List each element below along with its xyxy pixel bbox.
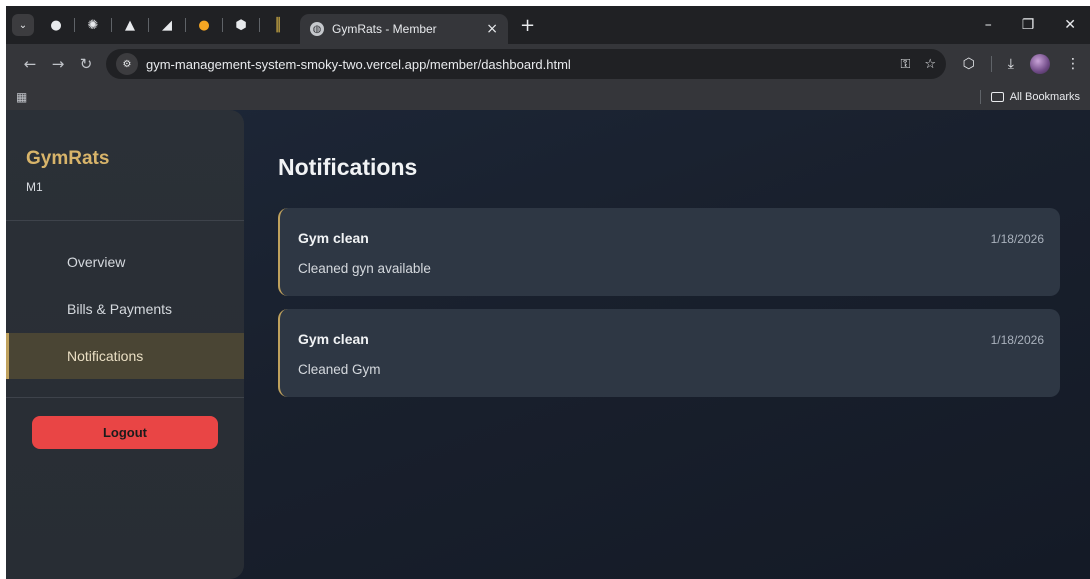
- notification-date: 1/18/2026: [990, 232, 1044, 246]
- close-window-icon[interactable]: ✕: [1064, 17, 1076, 33]
- reload-icon[interactable]: ↻: [72, 55, 100, 73]
- password-key-icon[interactable]: ⚿: [900, 57, 910, 72]
- site-info-icon[interactable]: ⚙: [116, 53, 138, 75]
- url-text[interactable]: gym-management-system-smoky-two.vercel.a…: [146, 57, 886, 72]
- tab-separator: [259, 18, 260, 32]
- download-icon[interactable]: ⤓: [1008, 56, 1014, 72]
- bookmarks-separator: [979, 90, 981, 104]
- minimize-icon[interactable]: –: [985, 17, 992, 33]
- logout-button[interactable]: Logout: [32, 416, 218, 449]
- apps-grid-icon[interactable]: ▦: [16, 90, 27, 104]
- tab-separator: [111, 18, 112, 32]
- sidebar-item-overview[interactable]: Overview: [6, 239, 244, 285]
- extensions-icon[interactable]: ⬡: [963, 56, 975, 72]
- brand-name: GymRats: [26, 148, 110, 169]
- forward-icon[interactable]: →: [44, 55, 72, 73]
- profile-avatar[interactable]: [1030, 54, 1050, 74]
- sidebar: GymRats M1 Overview Bills & Payments Not…: [6, 110, 244, 579]
- sidebar-divider: [6, 220, 244, 221]
- page-content: GymRats M1 Overview Bills & Payments Not…: [6, 110, 1090, 579]
- active-tab[interactable]: ◍ GymRats - Member ×: [300, 14, 508, 44]
- sidebar-item-notifications[interactable]: Notifications: [6, 333, 244, 379]
- main-content: Notifications Gym clean 1/18/2026 Cleane…: [278, 110, 1060, 579]
- new-tab-icon[interactable]: +: [520, 15, 535, 36]
- sidebar-item-bills-payments[interactable]: Bills & Payments: [6, 286, 244, 332]
- browser-tab-bar: ⌄ ● ✺ ▲ ◢ ● ⬢ ║ ◍ GymRats - Member × + –…: [6, 6, 1090, 44]
- sidebar-divider: [6, 397, 244, 398]
- member-id: M1: [26, 180, 43, 194]
- tab-separator: [185, 18, 186, 32]
- chart-tab-icon[interactable]: ║: [266, 13, 290, 37]
- shield-tab-icon[interactable]: ⬢: [229, 13, 253, 37]
- openai-tab-icon[interactable]: ✺: [81, 13, 105, 37]
- all-bookmarks-label: All Bookmarks: [1009, 91, 1080, 103]
- sidebar-item-label: Notifications: [67, 348, 144, 364]
- tab-title: GymRats - Member: [332, 22, 437, 36]
- back-icon[interactable]: ←: [16, 55, 44, 73]
- restore-icon[interactable]: ❐: [1022, 17, 1035, 33]
- folder-icon: [990, 92, 1004, 102]
- notification-body: Cleaned Gym: [298, 362, 381, 377]
- github-tab-icon[interactable]: ●: [44, 13, 68, 37]
- tab-search-chevron-icon[interactable]: ⌄: [12, 14, 34, 36]
- menu-kebab-icon[interactable]: ⋮: [1066, 56, 1080, 72]
- toolbar-separator: [990, 56, 992, 72]
- pinned-tabs: ⌄ ● ✺ ▲ ◢ ● ⬢ ║: [6, 6, 290, 44]
- address-bar[interactable]: ⚙ gym-management-system-smoky-two.vercel…: [106, 49, 946, 79]
- tab-separator: [222, 18, 223, 32]
- notification-title: Gym clean: [298, 230, 369, 246]
- close-tab-icon[interactable]: ×: [486, 21, 498, 37]
- sidebar-item-label: Overview: [67, 254, 126, 270]
- bookmarks-bar: ▦ All Bookmarks: [6, 84, 1090, 110]
- globe-icon: ◍: [310, 22, 324, 36]
- vercel-tab-icon[interactable]: ▲: [118, 13, 142, 37]
- tab-separator: [148, 18, 149, 32]
- sidebar-item-label: Bills & Payments: [67, 301, 173, 317]
- notification-body: Cleaned gyn available: [298, 261, 431, 276]
- toolbar-right: ⬡ ⤓ ⋮: [963, 54, 1080, 74]
- all-bookmarks[interactable]: All Bookmarks: [979, 90, 1080, 104]
- notification-date: 1/18/2026: [990, 333, 1044, 347]
- notification-title: Gym clean: [298, 331, 369, 347]
- page-title: Notifications: [278, 154, 418, 180]
- window-controls: – ❐ ✕: [985, 17, 1090, 33]
- notification-card: Gym clean 1/18/2026 Cleaned Gym: [278, 309, 1060, 397]
- bookmark-star-icon[interactable]: ☆: [924, 57, 936, 72]
- notification-card: Gym clean 1/18/2026 Cleaned gyn availabl…: [278, 208, 1060, 296]
- browser-toolbar: ← → ↻ ⚙ gym-management-system-smoky-two.…: [6, 44, 1090, 84]
- tab-separator: [74, 18, 75, 32]
- pinned-app-tab-icon[interactable]: ◢: [155, 13, 179, 37]
- firebase-tab-icon[interactable]: ●: [192, 13, 216, 37]
